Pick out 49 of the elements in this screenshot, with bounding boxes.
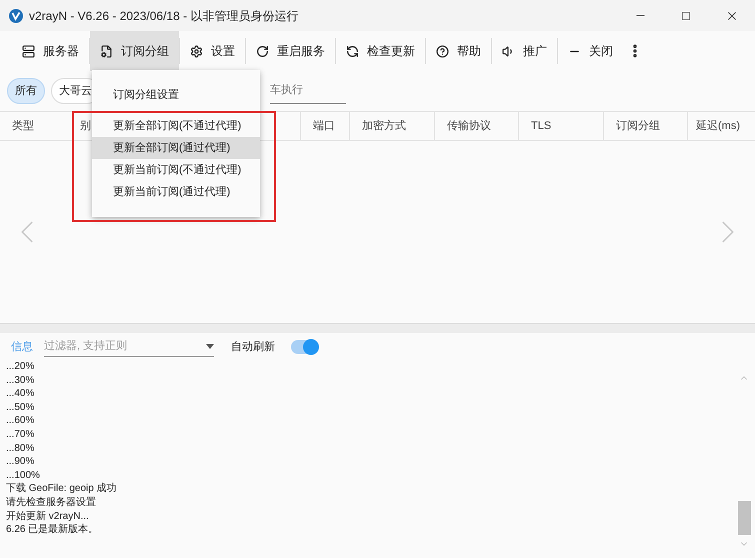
log-line: 下载 GeoFile: geoip 成功 <box>6 482 117 496</box>
auto-refresh-label: 自动刷新 <box>231 340 275 355</box>
toolbar-button[interactable]: 帮助 <box>426 31 491 71</box>
search-field[interactable]: 车执行 <box>270 78 346 104</box>
menu-item[interactable]: 更新当前订阅(不通过代理) <box>92 159 260 181</box>
dropdown-caret-icon <box>206 344 214 349</box>
column-header[interactable]: 传输协议 <box>434 112 518 140</box>
log-line: ...90% <box>6 455 34 469</box>
log-line: 6.26 已是最新版本。 <box>6 523 98 537</box>
toolbar-button[interactable]: 检查更新 <box>336 31 425 71</box>
settings-icon <box>190 44 203 58</box>
log-line: ...50% <box>6 400 34 414</box>
column-header[interactable]: 订阅分组 <box>603 112 687 140</box>
rotate-arrow-icon <box>256 44 269 58</box>
log-line: ...80% <box>6 442 34 456</box>
column-header[interactable]: 端口 <box>300 112 349 140</box>
log-line: 请先检查服务器设置 <box>6 496 96 510</box>
column-header[interactable]: 加密方式 <box>349 112 434 140</box>
toolbar-button[interactable]: 推广 <box>492 31 557 71</box>
log-line: ...100% <box>6 468 40 482</box>
group-tab[interactable]: 所有 <box>7 78 45 104</box>
window-title: v2rayN - V6.26 - 2023/06/18 - 以非管理员身份运行 <box>29 8 298 24</box>
menu-item[interactable]: 更新全部订阅(不通过代理) <box>92 115 260 137</box>
app-logo-icon <box>9 8 23 22</box>
toolbar-button[interactable]: 重启服务 <box>246 31 335 71</box>
column-header[interactable]: 延迟(ms) <box>687 112 755 140</box>
speaker-icon <box>502 44 515 58</box>
log-line: 开始更新 v2rayN... <box>6 510 89 524</box>
toolbar-button[interactable]: 服务器 <box>12 31 89 71</box>
log-line: ...70% <box>6 428 34 442</box>
menu-item[interactable]: 更新全部订阅(通过代理) <box>92 137 260 159</box>
log-line: ...40% <box>6 387 34 401</box>
scrollbar-thumb[interactable] <box>738 501 750 535</box>
log-line: ...20% <box>6 360 34 374</box>
toolbar-button[interactable]: 设置 <box>180 31 245 71</box>
document-gear-icon <box>100 44 113 58</box>
log-line: ...30% <box>6 374 34 388</box>
maximize-icon <box>681 10 691 20</box>
help-icon <box>436 44 449 58</box>
toolbar-button[interactable]: 订阅分组 <box>90 31 179 71</box>
circular-arrow-icon <box>346 44 359 58</box>
splitter-bar[interactable] <box>0 323 755 333</box>
server-icon <box>22 44 35 58</box>
column-header[interactable]: TLS <box>518 112 603 140</box>
auto-refresh-toggle[interactable] <box>291 340 317 354</box>
column-header[interactable]: 类型 <box>0 112 72 140</box>
menu-item[interactable]: 更新当前订阅(通过代理) <box>92 181 260 203</box>
toolbar-button[interactable]: 关闭 <box>558 31 623 71</box>
log-line: ...60% <box>6 414 34 428</box>
